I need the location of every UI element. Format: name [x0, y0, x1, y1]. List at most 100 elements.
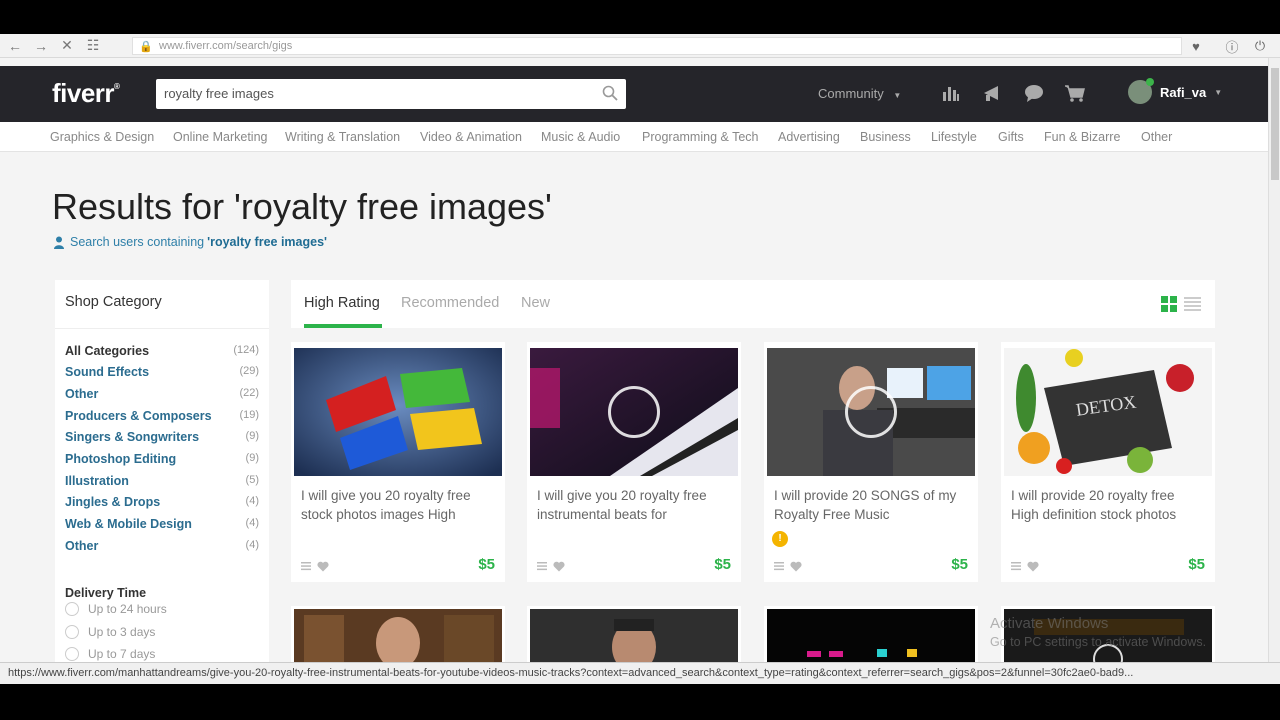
community-menu[interactable]: Community ▼ — [818, 86, 901, 101]
gig-thumbnail[interactable] — [767, 609, 975, 662]
category-link[interactable]: Music & Audio — [541, 130, 620, 144]
video-play-icon[interactable] — [608, 386, 660, 438]
gig-card[interactable]: I will give you 20 royalty free stock ph… — [291, 342, 505, 582]
radio-button — [65, 647, 79, 661]
sort-tabs: High Rating Recommended New — [291, 280, 1215, 328]
gig-title[interactable]: I will give you 20 royalty free instrume… — [537, 486, 727, 524]
delivery-option[interactable]: Up to 3 days — [65, 625, 155, 639]
scrollbar-thumb[interactable] — [1271, 68, 1279, 180]
grid-view-icon[interactable] — [1161, 296, 1177, 312]
category-link[interactable]: Online Marketing — [173, 130, 268, 144]
sidebar-title: Shop Category — [65, 294, 162, 310]
tab-recommended[interactable]: Recommended — [401, 295, 499, 311]
sidebar-item[interactable]: Other (4) — [65, 539, 259, 553]
category-link[interactable]: Fun & Bizarre — [1044, 130, 1120, 144]
power-icon[interactable]: ⏻ — [1250, 36, 1270, 56]
reader-icon[interactable]: ☷ — [82, 35, 104, 57]
gig-thumbnail[interactable] — [767, 348, 975, 476]
level-badge-icon: ! — [772, 531, 788, 547]
gig-card[interactable] — [527, 606, 741, 662]
gig-price: $5 — [714, 556, 731, 573]
sidebar-item[interactable]: Other (22) — [65, 387, 259, 401]
gig-title[interactable]: I will provide 20 royalty free High defi… — [1011, 486, 1201, 524]
search-users-link[interactable]: Search users containing 'royalty free im… — [54, 235, 327, 249]
stop-icon[interactable]: ✕ — [56, 35, 78, 57]
category-link[interactable]: Video & Animation — [420, 130, 522, 144]
gig-card[interactable]: DETOX I will provide 20 royalty free Hig… — [1001, 342, 1215, 582]
video-play-icon[interactable] — [845, 386, 897, 438]
gig-thumbnail[interactable] — [294, 348, 502, 476]
gig-title[interactable]: I will give you 20 royalty free stock ph… — [301, 486, 491, 524]
menu-icon[interactable] — [774, 561, 784, 571]
gig-thumbnail[interactable]: DETOX — [1004, 348, 1212, 476]
search-icon[interactable] — [602, 85, 618, 101]
delivery-option[interactable]: Up to 24 hours — [65, 602, 167, 616]
delivery-option[interactable]: Up to 7 days — [65, 647, 155, 661]
gig-card[interactable] — [291, 606, 505, 662]
gig-title[interactable]: I will provide 20 SONGS of my Royalty Fr… — [774, 486, 964, 524]
info-icon[interactable]: ⓘ — [1222, 36, 1242, 56]
active-tab-indicator — [304, 324, 382, 328]
top-letterbox — [0, 0, 1280, 34]
sidebar-item[interactable]: Web & Mobile Design (4) — [65, 517, 259, 531]
search-input[interactable] — [164, 79, 594, 107]
site-header: fiverr® Community ▼ Rafi_va ▼ — [0, 66, 1268, 122]
sidebar-item[interactable]: Illustration (5) — [65, 474, 259, 488]
category-link[interactable]: Business — [860, 130, 911, 144]
address-bar[interactable]: 🔒 www.fiverr.com/search/gigs — [132, 37, 1182, 55]
back-icon[interactable]: ← — [4, 35, 26, 57]
gig-thumbnail[interactable] — [294, 609, 502, 662]
category-link[interactable]: Advertising — [778, 130, 840, 144]
megaphone-icon[interactable] — [982, 82, 1004, 104]
list-view-icon[interactable] — [1184, 296, 1201, 312]
category-link[interactable]: Gifts — [998, 130, 1024, 144]
search-bar[interactable] — [156, 79, 626, 109]
sidebar-item[interactable]: Jingles & Drops (4) — [65, 495, 259, 509]
gig-thumbnail[interactable] — [530, 348, 738, 476]
category-link[interactable]: Other — [1141, 130, 1172, 144]
sidebar-item[interactable]: Photoshop Editing (9) — [65, 452, 259, 466]
heart-icon[interactable] — [553, 561, 565, 572]
web-page: fiverr® Community ▼ Rafi_va ▼ Graphics &… — [0, 58, 1268, 662]
url-path: /search/gigs — [232, 40, 293, 52]
lock-icon: 🔒 — [139, 41, 153, 53]
heart-icon[interactable] — [317, 561, 329, 572]
fiverr-logo[interactable]: fiverr® — [52, 78, 120, 109]
sidebar-item[interactable]: Singers & Songwriters (9) — [65, 430, 259, 444]
user-menu[interactable]: Rafi_va ▼ — [1128, 78, 1222, 104]
menu-icon[interactable] — [301, 561, 311, 571]
gig-card[interactable]: I will give you 20 royalty free instrume… — [527, 342, 741, 582]
user-icon — [54, 236, 64, 249]
chat-icon[interactable] — [1023, 82, 1045, 104]
gig-price: $5 — [951, 556, 968, 573]
gig-thumbnail[interactable] — [530, 609, 738, 662]
cart-icon[interactable] — [1064, 82, 1086, 104]
gig-card[interactable] — [764, 606, 978, 662]
category-nav: Graphics & Design Online Marketing Writi… — [0, 122, 1268, 152]
sidebar-item[interactable]: Producers & Composers (19) — [65, 409, 259, 423]
heart-icon[interactable] — [1027, 561, 1039, 572]
tab-high-rating[interactable]: High Rating — [304, 295, 380, 311]
page-title: Results for 'royalty free images' — [52, 186, 552, 227]
category-link[interactable]: Programming & Tech — [642, 130, 759, 144]
analytics-icon[interactable] — [940, 82, 962, 104]
menu-icon[interactable] — [1011, 561, 1021, 571]
category-link[interactable]: Lifestyle — [931, 130, 977, 144]
category-sidebar: Shop Category All Categories (124) Sound … — [55, 280, 269, 662]
browser-toolbar: ← → ✕ ☷ 🔒 www.fiverr.com/search/gigs ♥ ⓘ… — [0, 34, 1280, 58]
category-link[interactable]: Graphics & Design — [50, 130, 154, 144]
gig-price: $5 — [478, 556, 495, 573]
category-link[interactable]: Writing & Translation — [285, 130, 400, 144]
page-scrollbar[interactable] — [1268, 58, 1280, 662]
forward-icon[interactable]: → — [30, 35, 52, 57]
pocket-icon[interactable]: ♥ — [1186, 36, 1206, 56]
bottom-letterbox — [0, 684, 1280, 720]
status-bar: https://www.fiverr.com/manhattandreams/g… — [0, 662, 1280, 684]
avatar[interactable] — [1128, 78, 1154, 104]
heart-icon[interactable] — [790, 561, 802, 572]
gig-card[interactable]: I will provide 20 SONGS of my Royalty Fr… — [764, 342, 978, 582]
menu-icon[interactable] — [537, 561, 547, 571]
sidebar-item[interactable]: Sound Effects (29) — [65, 365, 259, 379]
sidebar-item[interactable]: All Categories (124) — [65, 344, 259, 358]
tab-new[interactable]: New — [521, 295, 550, 311]
